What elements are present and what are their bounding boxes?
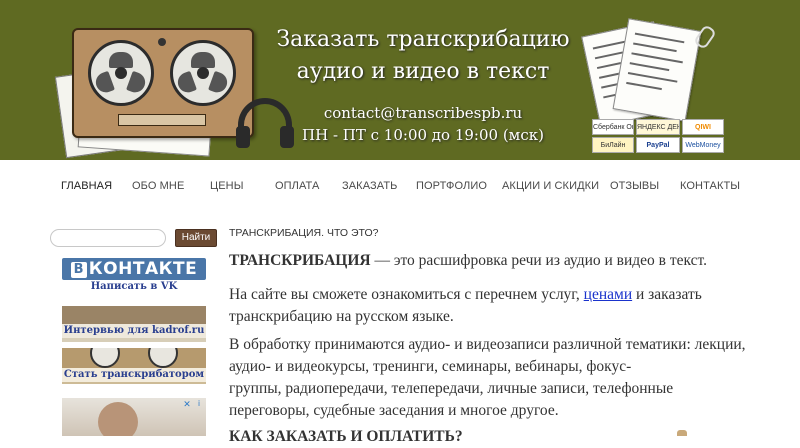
nav-portfolio[interactable]: ПОРТФОЛИО — [416, 179, 487, 193]
advertisement-banner[interactable]: ✕ i — [62, 398, 206, 436]
search-input[interactable] — [50, 229, 166, 247]
decorative-icon — [677, 430, 687, 436]
tape-recorder-illustration — [72, 28, 254, 138]
kadrof-caption[interactable]: Интервью для kadrof.ru — [62, 324, 206, 338]
sberbank-logo: Сбербанк Онлайн — [592, 119, 634, 135]
intro-paragraph: ТРАНСКРИБАЦИЯ — это расшифровка речи из … — [229, 252, 708, 269]
nav-home[interactable]: ГЛАВНАЯ — [61, 179, 112, 193]
nav-about[interactable]: ОБО МНЕ — [132, 179, 184, 193]
nav-reviews[interactable]: ОТЗЫВЫ — [610, 179, 659, 193]
nav-promotions[interactable]: АКЦИИ И СКИДКИ — [502, 179, 599, 193]
qiwi-logo: QIWI — [682, 119, 724, 135]
how-to-order-heading: КАК ЗАКАЗАТЬ И ОПЛАТИТЬ? — [229, 428, 463, 445]
prices-link[interactable]: ценами — [584, 286, 632, 303]
header-title-line2: аудио и видео в текст — [296, 59, 550, 84]
webmoney-logo: WebMoney — [682, 137, 724, 153]
tape-reel-right — [170, 40, 236, 106]
header-email: contact@transcribespb.ru — [323, 104, 523, 122]
banner-image — [62, 306, 206, 324]
nav-prices[interactable]: ЦЕНЫ — [210, 179, 244, 193]
transcriber-caption[interactable]: Стать транскрибатором — [62, 368, 206, 382]
kadrof-interview-banner[interactable]: Интервью для kadrof.ru — [62, 306, 206, 342]
ad-close-icon[interactable]: ✕ — [182, 399, 192, 409]
page-heading: ТРАНСКРИБАЦИЯ. ЧТО ЭТО? — [229, 227, 379, 239]
banner-image — [62, 348, 206, 368]
yandex-money-logo: ЯНДЕКС ДЕНЬГИ — [636, 119, 680, 135]
nav-payment[interactable]: ОПЛАТА — [275, 179, 319, 193]
search-button[interactable]: Найти — [175, 229, 217, 247]
nav-contacts[interactable]: КОНТАКТЫ — [680, 179, 740, 193]
vk-banner[interactable]: В КОНТАКТЕ Написать в VK — [62, 258, 206, 296]
header-hours: ПН - ПТ с 10:00 до 19:00 (мск) — [302, 126, 544, 144]
tape-reel-left — [88, 40, 154, 106]
nav-order[interactable]: ЗАКАЗАТЬ — [342, 179, 397, 193]
vk-logo: В КОНТАКТЕ — [62, 258, 206, 280]
headphone-cup — [236, 126, 250, 148]
ad-choices-icon[interactable]: i — [194, 399, 204, 409]
vk-caption[interactable]: Написать в VK — [62, 280, 206, 294]
beeline-logo: БиЛайн — [592, 137, 634, 153]
payment-methods: Сбербанк Онлайн ЯНДЕКС ДЕНЬГИ QIWI БиЛай… — [590, 117, 730, 155]
become-transcriber-banner[interactable]: Стать транскрибатором — [62, 348, 206, 384]
paypal-logo: PayPal — [636, 137, 680, 153]
site-header: Заказать транскрибацию аудио и видео в т… — [0, 0, 800, 160]
header-title-line1: Заказать транскрибацию — [276, 27, 570, 52]
main-navigation: ГЛАВНАЯ ОБО МНЕ ЦЕНЫ ОПЛАТА ЗАКАЗАТЬ ПОР… — [0, 160, 800, 210]
ad-person-image — [98, 402, 138, 436]
topics-paragraph: В обработку принимаются аудио- и видеоза… — [229, 336, 746, 419]
documents-illustration — [581, 18, 702, 127]
services-paragraph: На сайте вы сможете ознакомиться с переч… — [229, 286, 702, 325]
